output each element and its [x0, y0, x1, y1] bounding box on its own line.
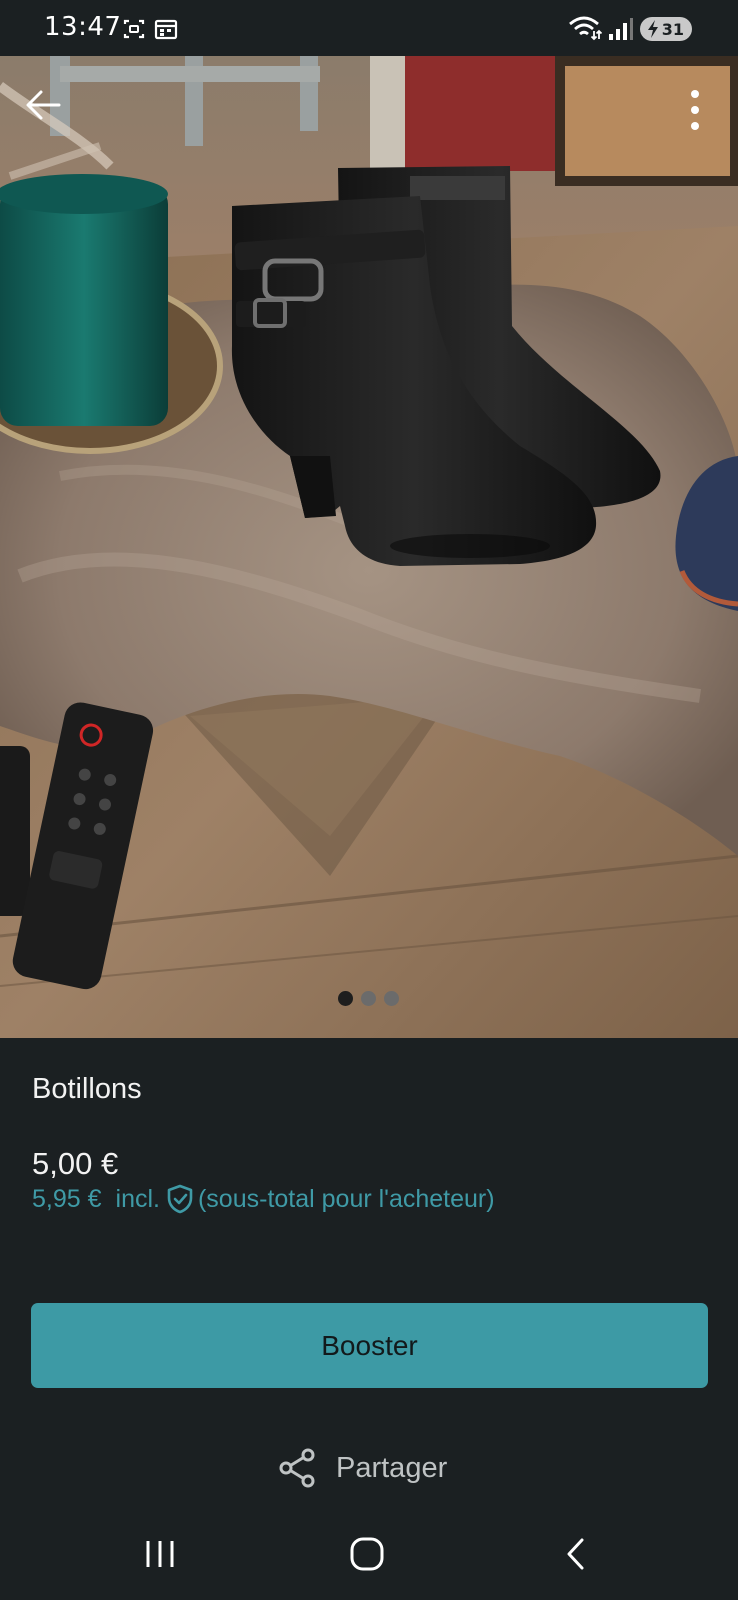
- back-chevron-icon: [567, 1538, 584, 1570]
- carousel-dot[interactable]: [361, 991, 376, 1006]
- system-navigation-bar: [0, 1508, 738, 1600]
- item-details: Botillons 5,00 € 5,95 € incl. (sous-tota…: [0, 1038, 738, 1508]
- carousel-dot[interactable]: [384, 991, 399, 1006]
- share-icon: [279, 1448, 315, 1488]
- carousel-pagination: [338, 991, 399, 1006]
- shield-check-icon: [166, 1184, 194, 1214]
- share-button[interactable]: Partager: [278, 1448, 447, 1488]
- item-photo[interactable]: [0, 56, 738, 1038]
- item-price: 5,00 €: [32, 1146, 119, 1181]
- incl-label: incl.: [115, 1184, 160, 1213]
- system-back-button[interactable]: [520, 1508, 630, 1600]
- buyer-price: 5,95 €: [32, 1184, 102, 1213]
- screenshot-icon: [122, 17, 146, 41]
- battery-icon: 31: [640, 17, 692, 41]
- buyer-note: (sous-total pour l'acheteur): [197, 1184, 495, 1213]
- item-photo-carousel[interactable]: [0, 56, 738, 1038]
- wifi-icon: [568, 15, 602, 41]
- share-label: Partager: [336, 1451, 448, 1484]
- more-vert-icon: [691, 90, 699, 130]
- buyer-protection-price[interactable]: 5,95 € incl. (sous-total pour l'acheteur…: [32, 1184, 495, 1214]
- status-bar: 13:47 31: [0, 0, 738, 56]
- home-icon: [350, 1537, 384, 1571]
- calendar-icon: [154, 18, 178, 40]
- recent-apps-icon: [146, 1541, 174, 1567]
- back-button[interactable]: [18, 80, 68, 130]
- home-button[interactable]: [312, 1508, 422, 1600]
- item-title: Botillons: [32, 1073, 142, 1105]
- back-arrow-icon: [26, 90, 61, 120]
- recent-apps-button[interactable]: [105, 1508, 215, 1600]
- boost-button[interactable]: Booster: [31, 1303, 708, 1388]
- battery-charging-icon: [648, 20, 658, 38]
- battery-level: 31: [661, 19, 684, 39]
- signal-icon: [608, 17, 634, 41]
- more-options-button[interactable]: [672, 80, 718, 140]
- carousel-dot[interactable]: [338, 991, 353, 1006]
- status-time: 13:47: [44, 12, 122, 42]
